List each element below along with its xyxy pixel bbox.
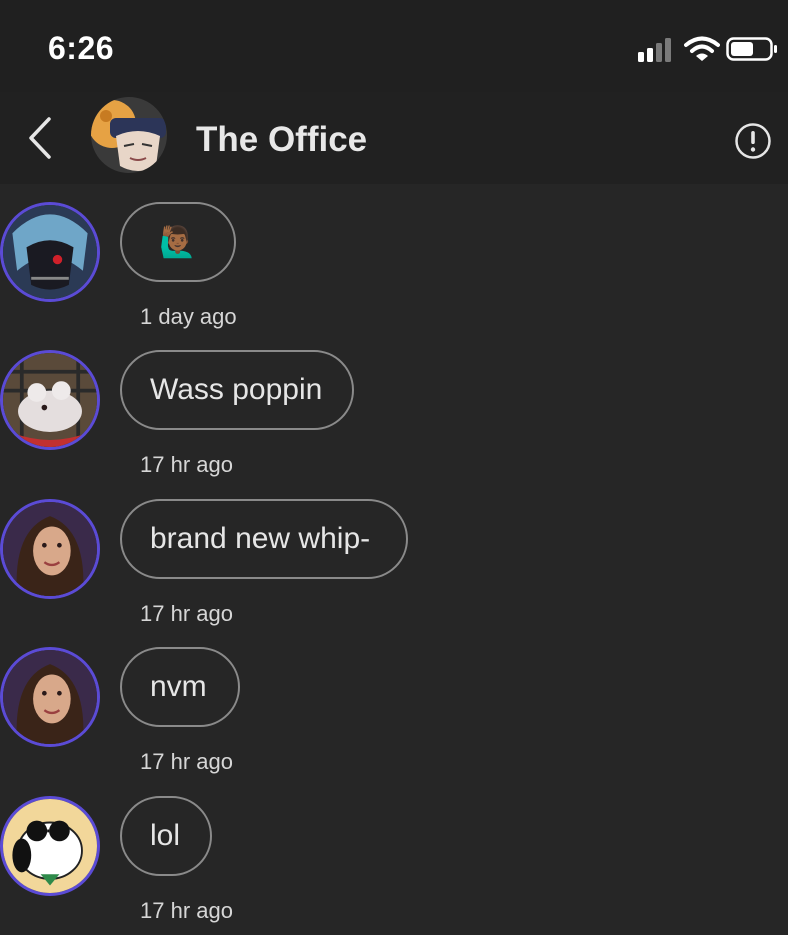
chevron-left-icon [29, 117, 51, 159]
message-bubble[interactable]: 🙋🏾‍♂️ [120, 202, 236, 282]
message-bubble[interactable]: lol [120, 796, 212, 876]
battery-icon [726, 37, 777, 61]
message-timestamp: 17 hr ago [140, 601, 233, 626]
group-avatar[interactable] [90, 96, 168, 174]
message-text: nvm [150, 670, 207, 703]
chat-title: The Office [196, 120, 368, 159]
message-bubble[interactable]: nvm [120, 647, 240, 727]
message-item: lol 17 hr ago [0, 778, 788, 926]
message-list[interactable]: 🙋🏾‍♂️ 1 day ago Wass poppin 17 hr ago [0, 184, 788, 935]
message-item: brand new whip- 17 hr ago [0, 481, 788, 629]
message-timestamp: 17 hr ago [140, 749, 233, 774]
avatar[interactable] [0, 796, 100, 896]
message-timestamp: 17 hr ago [140, 898, 233, 923]
message-item: nvm 17 hr ago [0, 629, 788, 777]
chat-header: The Office [0, 92, 788, 184]
wifi-icon [684, 36, 720, 61]
message-text: Wass poppin [150, 373, 323, 406]
message-text: brand new whip- [150, 522, 371, 555]
avatar[interactable] [0, 499, 100, 599]
avatar[interactable] [0, 647, 100, 747]
message-text: lol [150, 819, 181, 852]
message-text: 🙋🏾‍♂️ [159, 225, 197, 259]
back-button[interactable] [20, 110, 60, 166]
status-bar: 6:26 [0, 0, 788, 92]
avatar[interactable] [0, 350, 100, 450]
status-time: 6:26 [48, 30, 115, 66]
message-item: Wass poppin 17 hr ago [0, 332, 788, 480]
signal-icon [638, 38, 671, 62]
info-icon[interactable] [734, 122, 772, 160]
message-bubble[interactable]: brand new whip- [120, 499, 408, 579]
message-bubble[interactable]: Wass poppin [120, 350, 354, 430]
message-timestamp: 17 hr ago [140, 452, 233, 477]
message-timestamp: 1 day ago [140, 304, 237, 329]
message-item: 🙋🏾‍♂️ 1 day ago [0, 184, 788, 332]
avatar[interactable] [0, 202, 100, 302]
